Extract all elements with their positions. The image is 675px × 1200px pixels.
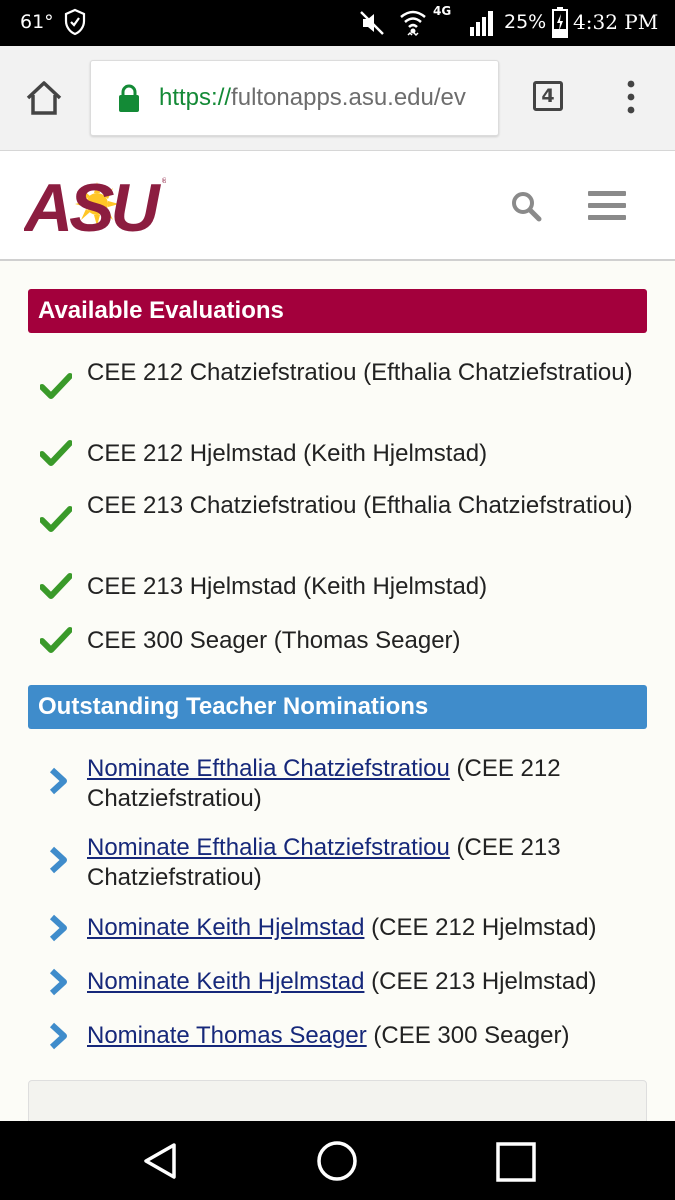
available-evaluations-heading: Available Evaluations [28, 289, 647, 333]
mute-icon [360, 11, 384, 35]
url-text: https://fultonapps.asu.edu/ev [159, 83, 466, 113]
nomination-course: (CEE 212 Hjelmstad) [371, 914, 597, 941]
temperature: 61° [20, 11, 54, 33]
wifi-icon [400, 10, 426, 37]
nominate-link[interactable]: Nominate Keith Hjelmstad [87, 968, 364, 995]
more-options-icon[interactable] [620, 79, 642, 115]
evaluation-label: CEE 212 Chatziefstratiou (Efthalia Chatz… [87, 359, 633, 386]
checkmark-icon [40, 373, 72, 399]
chevron-right-icon [49, 1022, 67, 1050]
svg-text:ASU: ASU [24, 173, 161, 233]
evaluation-label: CEE 213 Hjelmstad (Keith Hjelmstad) [87, 573, 488, 600]
nomination-text: Nominate Keith Hjelmstad (CEE 213 Hjelms… [87, 967, 647, 997]
battery-percent: 25% [504, 11, 547, 33]
nomination-course: (CEE 300 Seager) [373, 1022, 570, 1049]
svg-text:®: ® [161, 177, 166, 185]
url-scheme: https:// [159, 84, 232, 111]
evaluation-label: CEE 212 Hjelmstad (Keith Hjelmstad) [87, 440, 488, 467]
chevron-right-icon [49, 846, 67, 874]
asu-logo[interactable]: ASU ® [24, 173, 166, 233]
battery-charging-icon [552, 7, 568, 38]
site-header: ASU ® [0, 151, 675, 261]
browser-toolbar: https://fultonapps.asu.edu/ev 4 [0, 46, 675, 151]
network-type: 4G [433, 4, 452, 18]
evaluation-label: CEE 300 Seager (Thomas Seager) [87, 627, 461, 654]
signal-icon [470, 11, 493, 36]
search-icon[interactable] [510, 190, 542, 222]
chevron-right-icon [49, 767, 67, 795]
system-nav-bar [0, 1121, 675, 1200]
recent-apps-icon[interactable] [495, 1141, 537, 1183]
lock-icon [119, 84, 139, 112]
url-host: fultonapps.asu.edu/ev [231, 84, 466, 111]
nomination-text: Nominate Keith Hjelmstad (CEE 212 Hjelms… [87, 913, 647, 943]
nomination-text: Nominate Efthalia Chatziefstratiou (CEE … [87, 754, 647, 814]
url-bar[interactable]: https://fultonapps.asu.edu/ev [90, 60, 499, 136]
checkmark-icon [40, 573, 72, 599]
nominate-link[interactable]: Nominate Thomas Seager [87, 1022, 367, 1049]
evaluation-label: CEE 213 Chatziefstratiou (Efthalia Chatz… [87, 492, 633, 519]
home-icon[interactable] [24, 79, 64, 117]
chevron-right-icon [49, 914, 67, 942]
nomination-text: Nominate Efthalia Chatziefstratiou (CEE … [87, 833, 647, 893]
teacher-nominations-heading: Outstanding Teacher Nominations [28, 685, 647, 729]
clock: 4:32 PM [573, 10, 659, 34]
tab-switcher-button[interactable]: 4 [533, 81, 563, 111]
nominate-link[interactable]: Nominate Efthalia Chatziefstratiou [87, 755, 450, 782]
chevron-right-icon [49, 968, 67, 996]
checkmark-icon [40, 627, 72, 653]
nomination-course: (CEE 213 Hjelmstad) [371, 968, 597, 995]
shield-icon [64, 8, 86, 36]
hamburger-menu-icon[interactable] [588, 189, 626, 221]
nominate-link[interactable]: Nominate Efthalia Chatziefstratiou [87, 834, 450, 861]
home-circle-icon[interactable] [316, 1140, 358, 1182]
checkmark-icon [40, 506, 72, 532]
nominate-link[interactable]: Nominate Keith Hjelmstad [87, 914, 364, 941]
status-bar: 61° 4G 25% 4:32 PM [0, 0, 675, 46]
checkmark-icon [40, 440, 72, 466]
back-icon[interactable] [140, 1141, 180, 1181]
nomination-text: Nominate Thomas Seager (CEE 300 Seager) [87, 1021, 647, 1051]
